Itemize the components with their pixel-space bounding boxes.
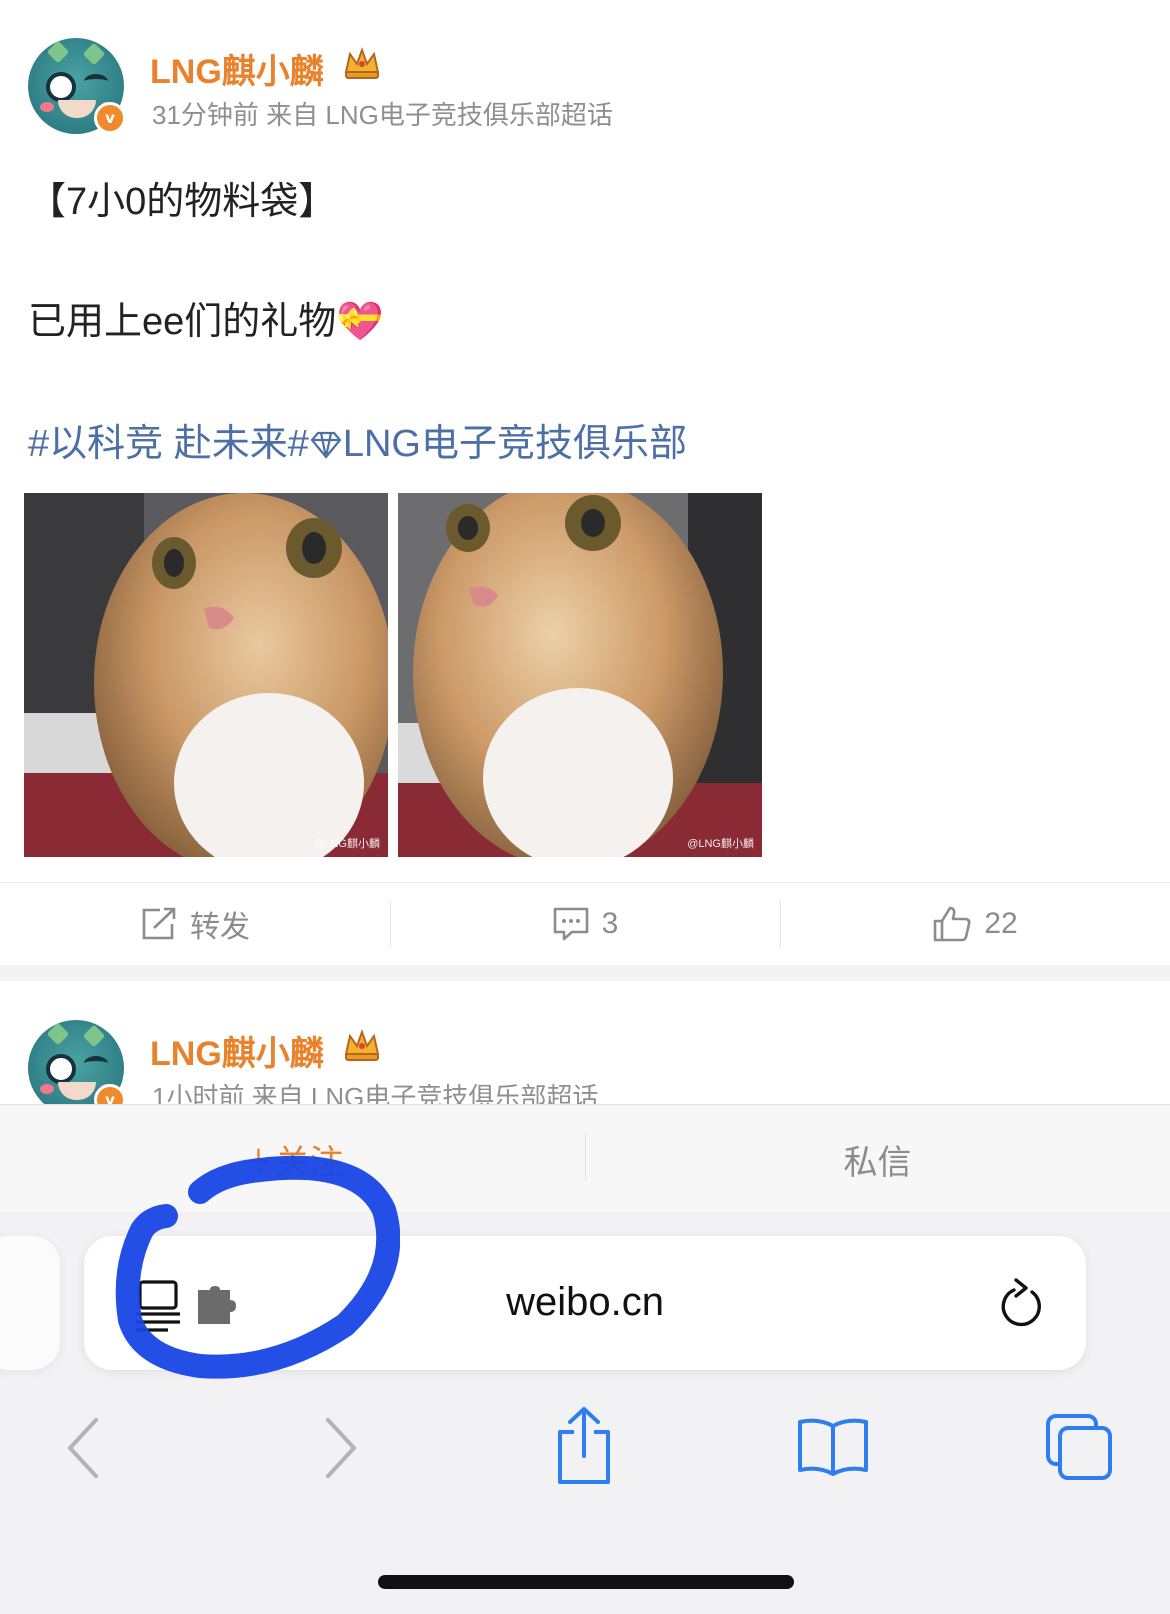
bookmarks-book-icon[interactable] (796, 1416, 870, 1476)
like-button[interactable]: 22 (780, 883, 1170, 965)
verified-badge-icon: v (94, 102, 126, 134)
username[interactable]: LNG麒小麟 (150, 1026, 324, 1075)
comment-button[interactable]: 3 (390, 883, 780, 965)
annotation-circle (115, 1155, 400, 1379)
image-watermark: @LNG麒小麟 (313, 838, 380, 850)
share-icon[interactable] (552, 1406, 616, 1486)
post-body: 已用上ee们的礼物💝 (28, 301, 384, 343)
back-chevron-icon[interactable] (64, 1416, 104, 1480)
message-label: 私信 (843, 1143, 912, 1182)
like-count: 22 (984, 907, 1018, 940)
tabs-icon[interactable] (1044, 1412, 1114, 1482)
post-action-bar: 转发 3 22 (0, 882, 1170, 966)
forward-chevron-icon[interactable] (320, 1416, 360, 1480)
message-button[interactable]: 私信 (585, 1105, 1170, 1213)
post-image-2[interactable]: @LNG麒小麟 (398, 493, 762, 857)
post-title: 【7小0的物料袋】 (28, 181, 337, 223)
home-indicator[interactable] (378, 1575, 794, 1589)
comment-count: 3 (601, 907, 619, 940)
feed-divider (0, 965, 1170, 981)
image-watermark: @LNG麒小麟 (687, 838, 754, 850)
thumbs-up-icon (934, 906, 971, 942)
post-meta: 31分钟前 来自 LNG电子竞技俱乐部超话 (152, 100, 613, 130)
supertopic-link[interactable]: LNG电子竞技俱乐部 (343, 423, 687, 465)
repost-icon (142, 907, 176, 940)
repost-button[interactable]: 转发 (0, 883, 390, 965)
repost-label: 转发 (190, 911, 250, 944)
comment-icon (553, 907, 588, 941)
hashtag-link[interactable]: #以科竞 赴未来# (28, 423, 309, 465)
username[interactable]: LNG麒小麟 (150, 44, 324, 93)
post-image-1[interactable]: @LNG麒小麟 (24, 493, 388, 857)
crown-icon (344, 1029, 380, 1061)
crown-icon (344, 47, 380, 79)
reload-icon[interactable] (996, 1276, 1048, 1332)
previous-tab-preview[interactable] (0, 1236, 60, 1370)
post-tags: #以科竞 赴未来# LNG电子竞技俱乐部 (28, 412, 687, 467)
supertopic-diamond-icon (310, 431, 342, 459)
